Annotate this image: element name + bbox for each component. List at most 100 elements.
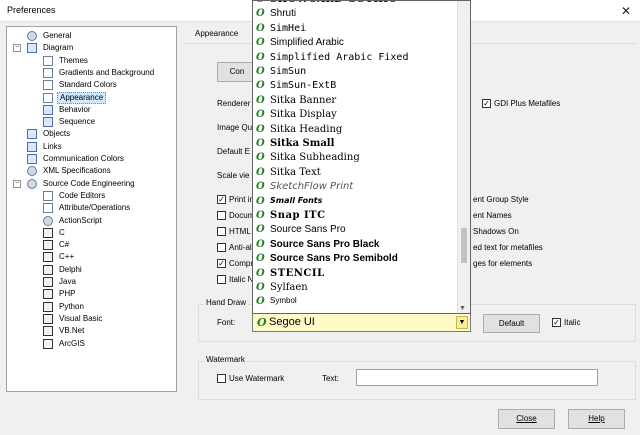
watermark-text-label: Text: bbox=[322, 374, 339, 383]
truetype-font-icon: O bbox=[256, 8, 265, 20]
use-watermark-checkbox[interactable] bbox=[217, 374, 226, 383]
font-combobox[interactable]: O Segoe UI ▼ bbox=[252, 313, 471, 332]
font-option[interactable]: O Sitka Subheading bbox=[253, 151, 458, 166]
font-option[interactable]: O Sitka Small bbox=[253, 137, 458, 152]
tree-item[interactable]: Appearance bbox=[7, 91, 175, 104]
chevron-down-icon[interactable]: ▼ bbox=[456, 316, 468, 329]
tree-item[interactable]: VB.Net bbox=[7, 325, 175, 337]
option-checkbox[interactable] bbox=[217, 227, 226, 236]
tree-item[interactable]: C++ bbox=[7, 251, 175, 263]
scroll-down-icon[interactable]: ▼ bbox=[459, 305, 466, 312]
dropdown-scrollbar[interactable]: ▼ bbox=[457, 1, 470, 313]
watermark-text-input[interactable] bbox=[356, 369, 598, 386]
option-label: ges for elements bbox=[473, 259, 533, 268]
option-checkbox[interactable] bbox=[217, 243, 226, 252]
scrollbar-thumb[interactable] bbox=[461, 228, 467, 263]
tree-item[interactable]: Behavior bbox=[7, 104, 175, 116]
renderer-label: Renderer bbox=[217, 99, 251, 108]
font-option[interactable]: O Source Sans Pro Semibold bbox=[253, 252, 458, 267]
tree-item[interactable]: General bbox=[7, 30, 175, 42]
font-option[interactable]: O Source Sans Pro Black bbox=[253, 238, 458, 253]
truetype-font-icon: O bbox=[256, 224, 265, 236]
font-option[interactable]: O Sitka Text bbox=[253, 166, 458, 181]
font-option[interactable]: O Snap ITC bbox=[253, 209, 458, 224]
tree-item[interactable]: Links bbox=[7, 141, 175, 153]
font-option[interactable]: O Sitka Banner bbox=[253, 94, 458, 109]
font-option[interactable]: O SHOWCARD GOTHIC bbox=[253, 1, 458, 8]
tree-item[interactable]: C bbox=[7, 227, 175, 239]
window-close-icon[interactable]: ✕ bbox=[616, 2, 636, 20]
font-option[interactable]: O Sylfaen bbox=[253, 281, 458, 296]
tree-item-label: Objects bbox=[43, 129, 71, 139]
preferences-tree[interactable]: General − Diagram Themes Gradients and Backg… bbox=[6, 26, 177, 392]
font-option[interactable]: O Simplified Arabic Fixed bbox=[253, 51, 458, 66]
option-checkbox[interactable] bbox=[217, 275, 226, 284]
default-font-button[interactable]: Default bbox=[483, 314, 540, 333]
font-option[interactable]: O Simplified Arabic bbox=[253, 36, 458, 51]
tree-item[interactable]: Standard Colors bbox=[7, 79, 175, 91]
font-option[interactable]: O STENCIL bbox=[253, 267, 458, 282]
tree-item[interactable]: Delphi bbox=[7, 264, 175, 276]
tree-item[interactable]: ActionScript bbox=[7, 215, 175, 227]
option-label: Docum bbox=[229, 211, 255, 220]
tree-item-label: Diagram bbox=[43, 43, 74, 53]
font-option-label: Sitka Display bbox=[270, 109, 337, 121]
config-button[interactable]: Con bbox=[217, 62, 257, 82]
tree-item-label: Behavior bbox=[59, 104, 91, 114]
tree-item[interactable]: ArcGIS bbox=[7, 338, 175, 350]
collapse-icon[interactable]: − bbox=[13, 179, 21, 188]
font-option[interactable]: O SimSun-ExtB bbox=[253, 79, 458, 94]
font-option[interactable]: O Symbol bbox=[253, 295, 458, 310]
tree-item[interactable]: − Source Code Engineering bbox=[7, 178, 175, 190]
tree-item[interactable]: Gradients and Background bbox=[7, 67, 175, 79]
tree-item[interactable]: Java bbox=[7, 276, 175, 288]
font-option[interactable]: O Sitka Display bbox=[253, 108, 458, 123]
italic-checkbox[interactable]: ✓ bbox=[552, 318, 561, 327]
option-checkbox[interactable] bbox=[217, 211, 226, 220]
tree-item[interactable]: Sequence bbox=[7, 116, 175, 128]
font-option-label: STENCIL bbox=[270, 267, 325, 279]
page-icon bbox=[43, 203, 53, 214]
tree-item[interactable]: Communication Colors bbox=[7, 153, 175, 165]
tree-item[interactable]: PHP bbox=[7, 288, 175, 300]
font-dropdown-list[interactable]: O Symbol O Sylfaen O STENCIL O Source Sans Pro … bbox=[252, 0, 471, 314]
tree-item[interactable]: Visual Basic bbox=[7, 313, 175, 325]
help-button[interactable]: Help bbox=[568, 409, 625, 429]
tree-item-label: Code Editors bbox=[59, 190, 106, 200]
font-option[interactable]: O SimSun bbox=[253, 65, 458, 80]
java-icon bbox=[43, 277, 53, 287]
truetype-font-icon: O bbox=[256, 1, 265, 5]
font-option-label: SimSun bbox=[270, 66, 307, 77]
tree-item[interactable]: Themes bbox=[7, 55, 175, 67]
tree-item[interactable]: XML Specifications bbox=[7, 165, 175, 177]
cpp-icon bbox=[43, 252, 53, 263]
option-label: Print in bbox=[229, 195, 254, 204]
collapse-icon[interactable]: − bbox=[13, 44, 21, 53]
font-option[interactable]: O SimHei bbox=[253, 22, 458, 37]
font-option-label: Source Sans Pro bbox=[270, 224, 346, 236]
close-button[interactable]: Close bbox=[498, 409, 555, 429]
tree-item[interactable]: C# bbox=[7, 239, 175, 251]
font-option-label: Snap ITC bbox=[270, 210, 326, 221]
option-checkbox[interactable]: ✓ bbox=[217, 195, 226, 204]
font-option-label: SimHei bbox=[270, 22, 307, 34]
truetype-font-icon: O bbox=[256, 253, 265, 265]
font-option[interactable]: O Source Sans Pro bbox=[253, 223, 458, 238]
truetype-font-icon: O bbox=[256, 296, 265, 308]
font-option-label: SHOWCARD GOTHIC bbox=[270, 1, 397, 5]
font-option[interactable]: O Sitka Heading bbox=[253, 123, 458, 138]
font-option[interactable]: O Shruti bbox=[253, 7, 458, 22]
colors-icon bbox=[27, 154, 37, 164]
option-checkbox[interactable]: ✓ bbox=[217, 259, 226, 268]
tree-item[interactable]: − Diagram bbox=[7, 42, 175, 54]
font-option-label: Sitka Subheading bbox=[270, 152, 360, 164]
tree-item[interactable]: Code Editors bbox=[7, 190, 175, 202]
font-option[interactable]: O SketchFlow Print bbox=[253, 180, 458, 195]
python-icon bbox=[43, 301, 53, 312]
gdi-plus-metafiles-checkbox[interactable]: ✓ bbox=[482, 99, 491, 108]
tree-item[interactable]: Attribute/Operations bbox=[7, 202, 175, 214]
tree-item[interactable]: Objects bbox=[7, 128, 175, 140]
font-option[interactable]: O Small Fonts bbox=[253, 195, 458, 210]
tree-item[interactable]: Python bbox=[7, 301, 175, 313]
italic-label: Italic bbox=[564, 318, 581, 327]
